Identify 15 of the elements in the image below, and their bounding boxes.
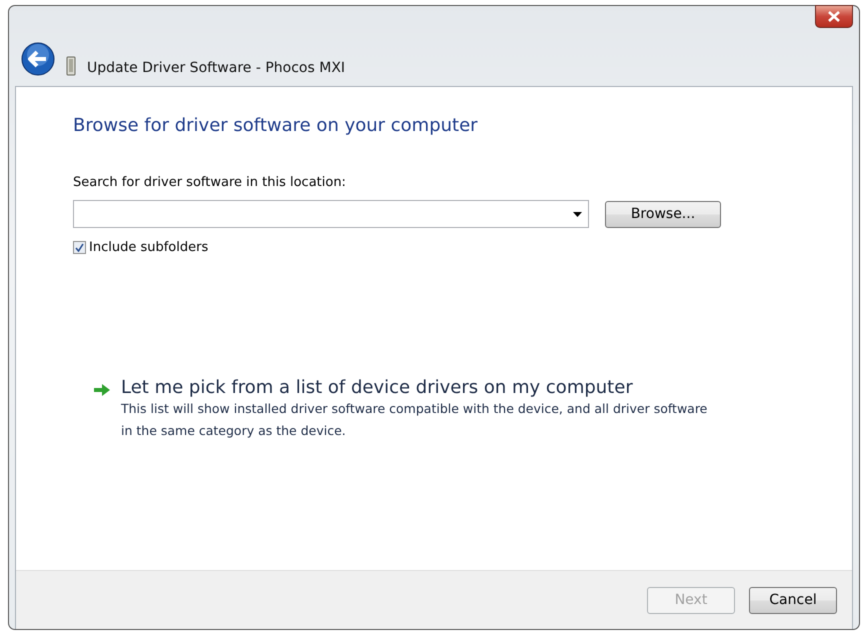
checkbox-label: Include subfolders [89, 240, 208, 255]
pick-driver-link[interactable]: Let me pick from a list of device drivers on my computer [121, 377, 721, 398]
device-icon [65, 56, 77, 76]
option-description: This list will show installed driver software compatible with the device, and all driver software in the same category as the device. [121, 400, 708, 440]
arrow-icon [93, 383, 111, 397]
browse-button[interactable]: Browse... [605, 200, 721, 228]
page-heading: Browse for driver software on your computer [73, 115, 479, 136]
back-button[interactable] [21, 42, 55, 76]
dropdown-caret-icon[interactable] [573, 212, 582, 216]
cancel-button[interactable]: Cancel [749, 586, 837, 614]
window-title: Update Driver Software - Phocos MXI [87, 60, 346, 76]
location-label: Search for driver software in this location: [73, 175, 347, 190]
checkbox[interactable] [73, 241, 86, 254]
close-button[interactable] [815, 5, 853, 28]
close-icon [827, 11, 841, 22]
